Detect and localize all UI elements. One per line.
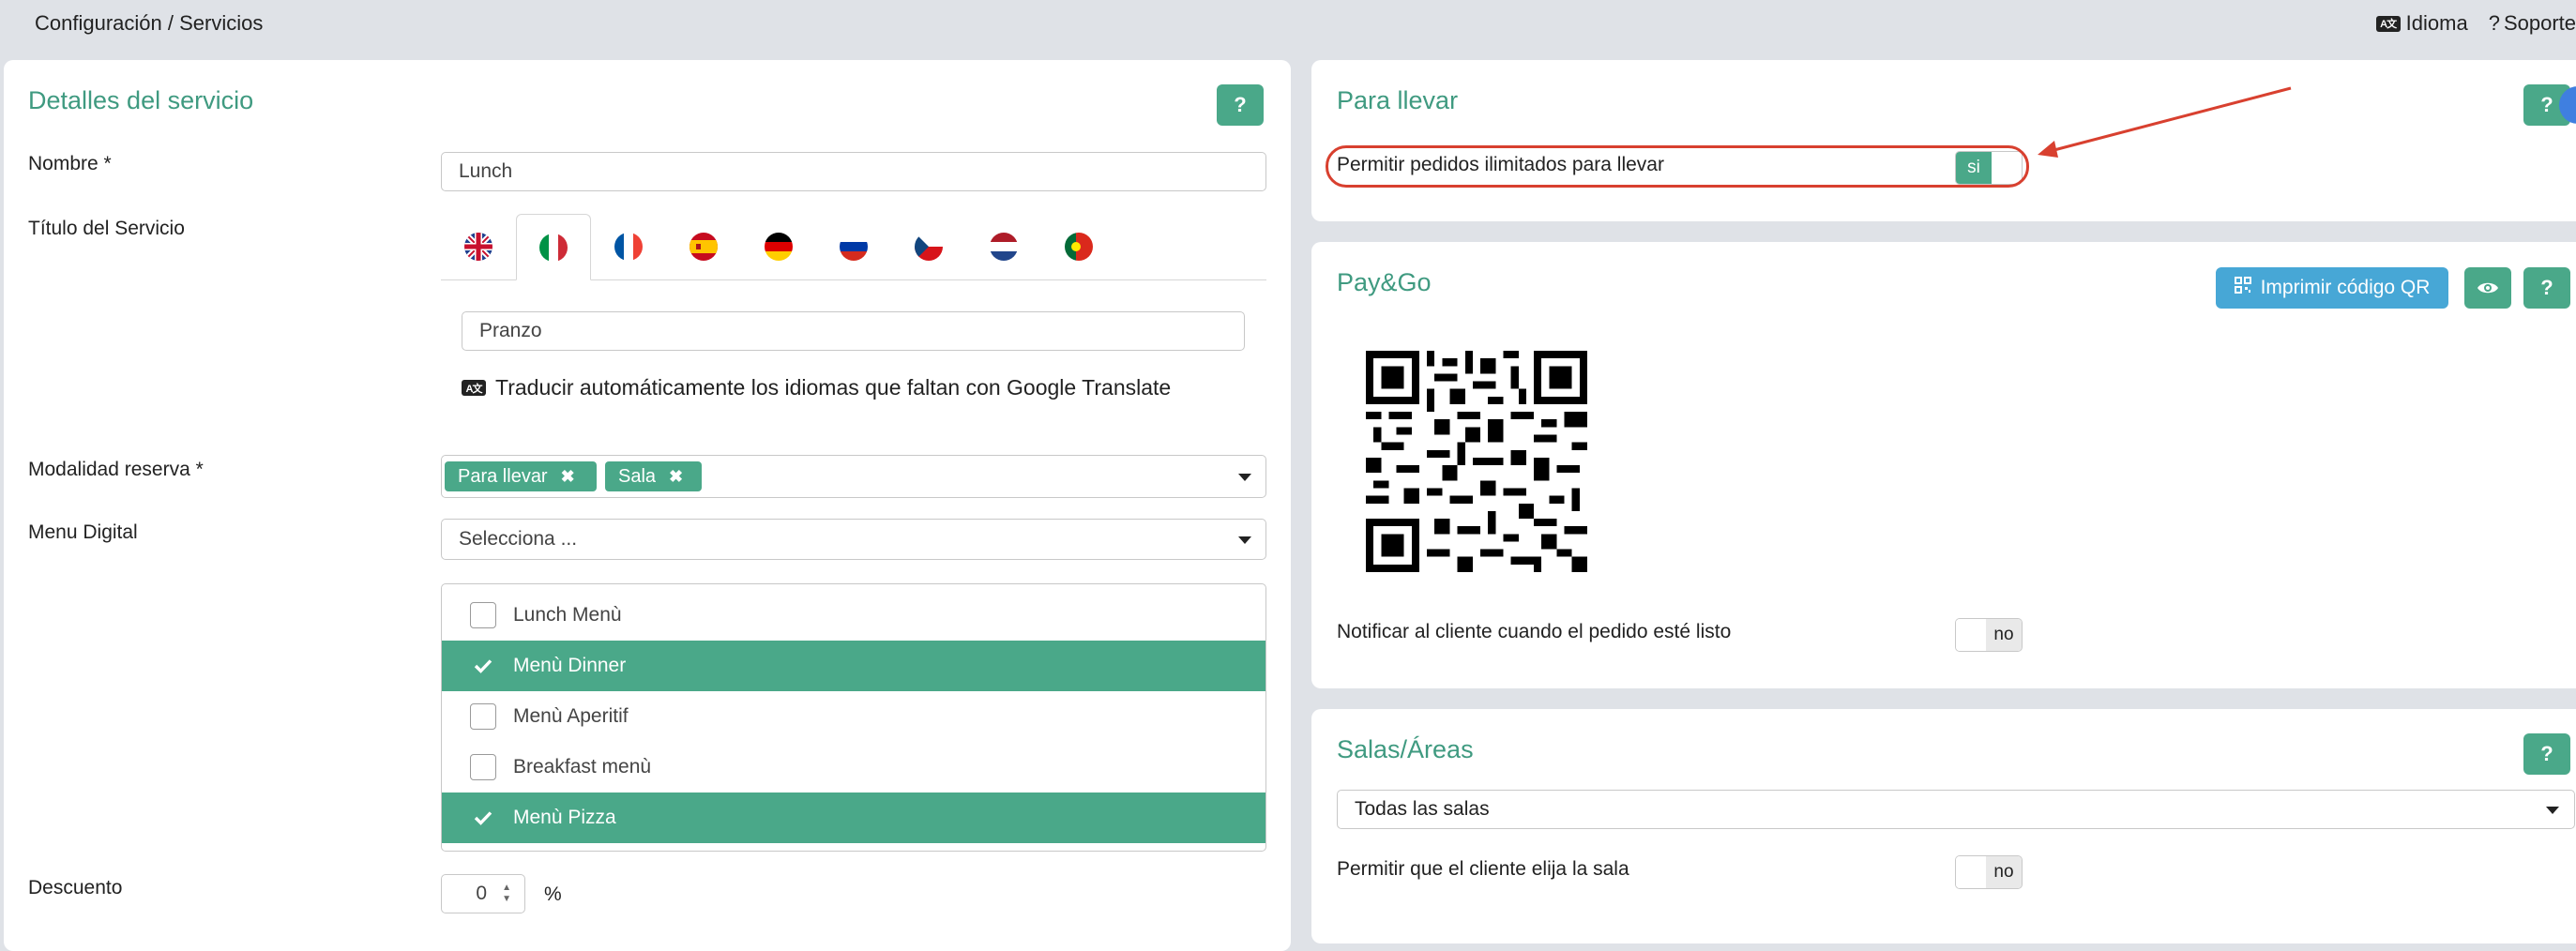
option-label: Menù Aperitif [513,705,629,727]
takeaway-title: Para llevar [1337,86,1459,114]
choose-room-label: Permitir que el cliente elija la sala [1337,858,1629,880]
service-details-title: Detalles del servicio [28,86,254,114]
question-icon: ? [2488,11,2500,35]
list-item[interactable]: Lunch Menù [442,590,1265,641]
translate-icon: A文 [462,380,486,396]
digital-menu-label: Menu Digital [28,521,138,543]
option-label: Breakfast menù [513,756,652,777]
room-select[interactable]: Todas las salas [1337,790,2575,829]
flag-pt-icon [1065,233,1093,261]
list-item[interactable]: Menù Pizza [442,792,1265,843]
flag-cz-icon [915,233,943,261]
auto-translate-text: Traducir automáticamente los idiomas que… [495,375,1172,400]
tab-czech[interactable] [891,214,966,279]
tag-room-label: Sala [618,465,657,487]
discount-value: 0 [476,883,487,904]
notify-customer-label: Notificar al cliente cuando el pedido es… [1337,621,1732,642]
eye-icon [2478,282,2498,294]
flag-fr-icon [614,233,643,261]
annotation-highlight [1326,145,2029,188]
toggle-off-label: no [1986,619,2022,651]
list-item[interactable]: Menù Dinner [442,641,1265,691]
remove-tag-icon[interactable]: ✖ [669,467,683,487]
tab-portuguese[interactable] [1041,214,1116,279]
service-details-help-button[interactable]: ? [1217,84,1264,126]
tab-italian[interactable] [516,214,591,280]
chevron-down-icon[interactable] [1238,536,1251,544]
auto-translate-note: A文 Traducir automáticamente los idiomas … [462,375,1171,400]
toggle-knob [1956,856,1988,888]
qr-icon [2234,277,2251,299]
stepper-arrows-icon[interactable]: ▲ ▼ [502,883,511,905]
remove-tag-icon[interactable]: ✖ [561,467,575,487]
booking-mode-label: Modalidad reserva * [28,459,204,480]
checkbox-icon [470,754,496,780]
flag-it-icon [539,233,568,262]
flag-ru-icon [840,233,868,261]
tab-english[interactable] [441,214,516,279]
option-label: Menù Dinner [513,655,627,676]
option-label: Lunch Menù [513,604,622,626]
tag-takeaway: Para llevar ✖ [445,461,597,491]
paygo-help-button[interactable]: ? [2523,267,2570,309]
rooms-help-button[interactable]: ? [2523,733,2570,775]
option-label: Menù Pizza [513,807,616,828]
annotation-arrow-icon [2038,86,2292,158]
language-label: Idioma [2405,11,2468,35]
tag-takeaway-label: Para llevar [458,465,548,487]
tab-spanish[interactable] [666,214,741,279]
language-tabs [441,214,1266,280]
toggle-off-label: no [1986,856,2022,888]
tag-room: Sala ✖ [605,461,702,491]
tab-german[interactable] [741,214,816,279]
takeaway-card [1311,60,2576,221]
print-qr-label: Imprimir código QR [2260,277,2431,298]
list-item[interactable]: Breakfast menù [442,742,1265,792]
qr-code-icon [1366,351,1587,572]
checkmark-icon [470,810,496,825]
chevron-down-icon[interactable] [2546,807,2559,814]
name-input[interactable]: Lunch [441,152,1266,191]
checkbox-icon [470,602,496,628]
flag-es-icon [689,233,718,261]
flag-de-icon [765,233,793,261]
choose-room-toggle[interactable]: no [1955,855,2023,889]
paygo-title: Pay&Go [1337,268,1432,296]
service-title-input[interactable]: Pranzo [462,311,1245,351]
top-right-menu: A文 Idioma ? Soporte [2356,11,2576,36]
checkmark-icon [470,658,496,673]
preview-button[interactable] [2464,267,2511,309]
flag-uk-icon [464,233,492,261]
breadcrumb: Configuración / Servicios [35,11,264,35]
toggle-knob [1956,619,1988,651]
support-label: Soporte [2503,11,2576,35]
print-qr-button[interactable]: Imprimir código QR [2216,267,2448,309]
checkbox-icon [470,703,496,730]
language-icon: A文 [2375,15,2401,32]
name-label: Nombre * [28,153,112,174]
digital-menu-select[interactable]: Selecciona ... [441,519,1266,560]
support-link[interactable]: ? Soporte [2489,11,2576,36]
language-link[interactable]: A文 Idioma [2375,11,2468,36]
list-item[interactable]: Menù Aperitif [442,691,1265,742]
discount-label: Descuento [28,877,123,898]
menu-options-list: Lunch Menù Menù Dinner Menù Aperitif Bre… [441,583,1266,852]
discount-unit: % [544,883,562,905]
top-bar: Configuración / Servicios A文 Idioma ? So… [0,0,2576,49]
tab-dutch[interactable] [966,214,1041,279]
tab-russian[interactable] [816,214,891,279]
tab-french[interactable] [591,214,666,279]
notify-customer-toggle[interactable]: no [1955,618,2023,652]
discount-stepper[interactable]: 0 ▲ ▼ [441,874,525,913]
flag-nl-icon [990,233,1018,261]
chevron-down-icon[interactable] [1238,474,1251,481]
rooms-title: Salas/Áreas [1337,735,1474,763]
service-title-label: Título del Servicio [28,218,185,239]
